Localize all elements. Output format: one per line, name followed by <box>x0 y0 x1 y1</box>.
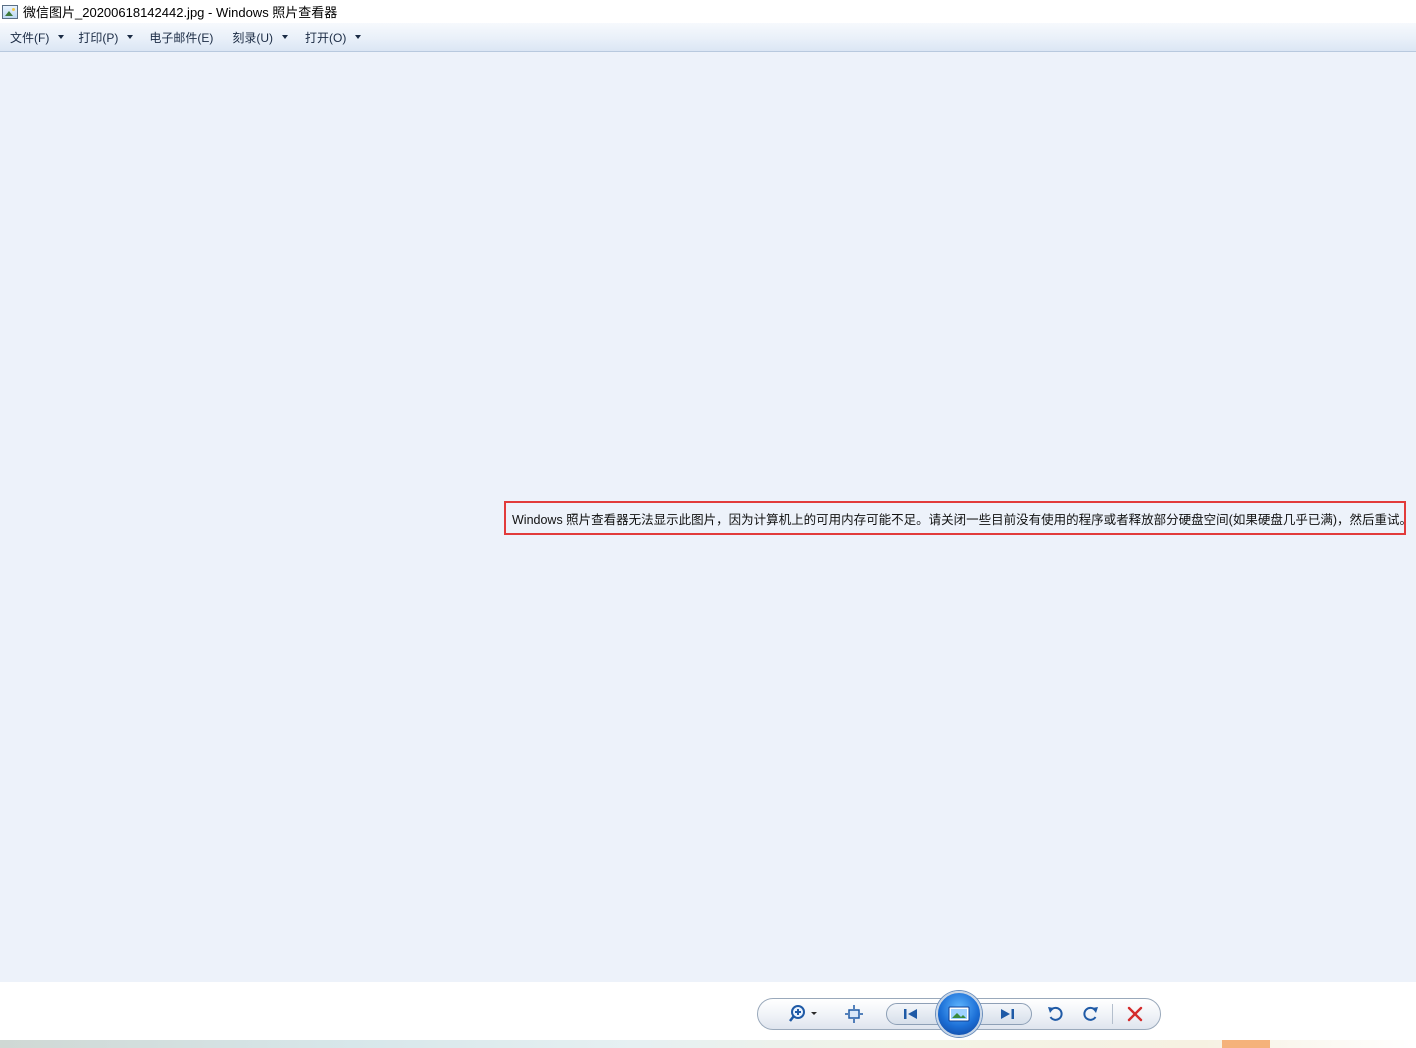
slideshow-button[interactable] <box>936 991 982 1037</box>
chevron-down-icon <box>127 35 134 39</box>
menu-open[interactable]: 打开(O) <box>301 26 365 48</box>
next-button[interactable] <box>994 1001 1020 1027</box>
chevron-down-icon <box>282 35 288 39</box>
photo-viewer-icon <box>2 4 18 19</box>
bottom-toolbar <box>0 982 1416 1048</box>
fit-window-icon <box>845 1005 863 1023</box>
skip-next-icon <box>1001 1009 1014 1019</box>
menu-burn-label: 刻录(U) <box>232 30 273 45</box>
menu-email-label: 电子邮件(E) <box>149 30 214 45</box>
title-bar: 微信图片_20200618142442.jpg - Windows 照片查看器 <box>0 0 1416 23</box>
delete-button[interactable] <box>1123 1001 1147 1027</box>
menu-burn[interactable]: 刻录(U) <box>228 26 292 48</box>
menu-file[interactable]: 文件(F) <box>6 26 68 48</box>
menu-open-label: 打开(O) <box>305 30 347 45</box>
chevron-down-icon <box>58 35 65 39</box>
rotate-counterclockwise-button[interactable] <box>1044 1001 1068 1027</box>
window-title: 微信图片_20200618142442.jpg - Windows 照片查看器 <box>23 5 338 20</box>
rotate-clockwise-button[interactable] <box>1078 1001 1102 1027</box>
chevron-down-icon <box>355 35 362 39</box>
zoom-button[interactable] <box>782 1001 822 1027</box>
rotate-right-icon <box>1083 1006 1098 1021</box>
menu-bar: 文件(F) 打印(P) 电子邮件(E) 刻录(U) 打开(O) <box>0 23 1416 52</box>
magnifier-plus-icon <box>789 1005 817 1022</box>
rotate-left-icon <box>1048 1006 1063 1021</box>
menu-file-label: 文件(F) <box>10 30 50 45</box>
image-view-area[interactable]: Windows 照片查看器无法显示此图片，因为计算机上的可用内存可能不足。请关闭… <box>0 52 1416 982</box>
skip-previous-icon <box>904 1009 917 1019</box>
menu-print[interactable]: 打印(P) <box>74 26 137 48</box>
toolbar-separator <box>1112 1004 1113 1024</box>
menu-email[interactable]: 电子邮件(E) <box>145 26 217 48</box>
taskbar-strip <box>0 1040 1416 1048</box>
slideshow-icon <box>948 1006 970 1022</box>
menu-print-label: 打印(P) <box>78 30 119 45</box>
actual-size-button[interactable] <box>842 1001 866 1027</box>
previous-button[interactable] <box>898 1001 924 1027</box>
error-message: Windows 照片查看器无法显示此图片，因为计算机上的可用内存可能不足。请关闭… <box>504 501 1406 535</box>
taskbar-accent <box>1222 1040 1270 1048</box>
delete-x-icon <box>1127 1006 1143 1022</box>
